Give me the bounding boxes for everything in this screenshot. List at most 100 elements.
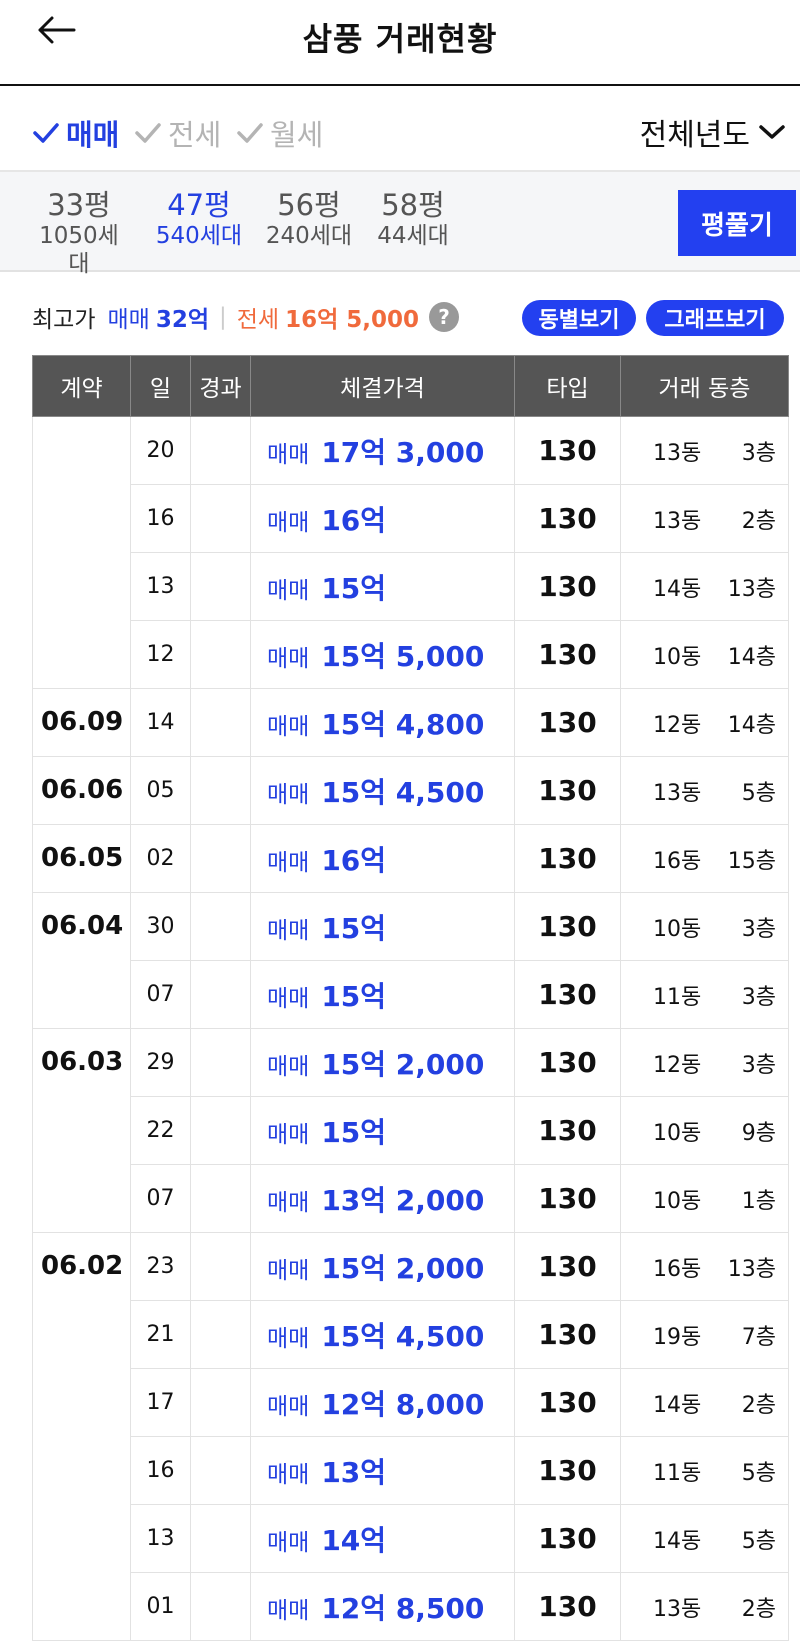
- unit-type: 130: [514, 1504, 621, 1573]
- contract-day: 01: [130, 1572, 191, 1641]
- dong-floor: 13동 3층: [620, 416, 789, 485]
- max-jeonse-value: 16억 5,000: [285, 307, 419, 333]
- filter-jeonse[interactable]: 전세: [134, 112, 221, 154]
- dong-floor: 14동 13층: [620, 552, 789, 621]
- header-elapsed: 경과: [190, 355, 251, 417]
- deal-price-value: 15억 2,000: [321, 1251, 485, 1285]
- deal-price: 매매 15억: [250, 960, 515, 1029]
- deal-price-value: 13억: [321, 1455, 387, 1489]
- size-pyeong: 33평: [47, 188, 111, 222]
- deal-kind: 매매: [267, 645, 310, 672]
- table-row[interactable]: 21 매매 15억 4,500 130 19동 7층: [33, 1300, 789, 1369]
- expand-size-button[interactable]: 평풀기: [678, 190, 796, 256]
- deal-price-value: 16억: [321, 503, 387, 537]
- floor: 3층: [741, 1052, 776, 1078]
- table-row[interactable]: 06.04 30 매매 15억 130 10동 3층: [32, 892, 789, 1029]
- size-tab-58[interactable]: 58평 44세대: [372, 188, 454, 250]
- floor: 2층: [741, 1596, 776, 1622]
- deal-kind: 매매: [267, 1053, 310, 1080]
- table-row[interactable]: 06.05 02 매매 16억 130 16동 15층: [32, 824, 789, 893]
- table-row[interactable]: 06.06 05 매매 15억 4,500 130 13동 5층: [32, 756, 789, 825]
- deal-price-value: 15억 5,000: [321, 639, 485, 673]
- dong-view-button[interactable]: 동별보기: [522, 300, 636, 336]
- unit-type: 130: [514, 824, 621, 893]
- deal-kind: 매매: [267, 577, 310, 604]
- size-tab-33[interactable]: 33평 1050세대: [30, 188, 128, 278]
- table-row[interactable]: 06.09 14 매매 15억 4,800 130 12동 14층: [32, 688, 789, 757]
- floor: 1층: [741, 1188, 776, 1214]
- elapsed: [190, 1232, 251, 1301]
- unit-type: 130: [514, 620, 621, 689]
- unit-type: 130: [514, 552, 621, 621]
- table-row[interactable]: 01 매매 12억 8,500 130 13동 2층: [33, 1572, 789, 1641]
- dong-floor: 11동 5층: [620, 1436, 789, 1505]
- deal-price-value: 12억 8,000: [321, 1387, 485, 1421]
- table-row[interactable]: 13 매매 15억 130 14동 13층: [33, 552, 789, 621]
- table-row[interactable]: 12 매매 15억 5,000 130 10동 14층: [33, 620, 789, 689]
- contract-day: 16: [130, 484, 191, 553]
- table-row[interactable]: 17 매매 12억 8,000 130 14동 2층: [33, 1368, 789, 1437]
- unit-type: 130: [514, 960, 621, 1029]
- table-row[interactable]: 07 매매 13억 2,000 130 10동 1층: [33, 1164, 789, 1233]
- dong-floor: 13동 2층: [620, 484, 789, 553]
- deal-kind: 매매: [267, 1393, 310, 1420]
- max-sale-label: 매매: [107, 307, 150, 333]
- size-tab-56[interactable]: 56평 240세대: [262, 188, 356, 250]
- contract-month: 06.02: [32, 1232, 131, 1641]
- elapsed: [190, 1368, 251, 1437]
- year-dropdown[interactable]: 전체년도: [640, 110, 786, 154]
- dong: 12동: [653, 712, 702, 738]
- elapsed: [190, 416, 251, 485]
- unit-type: 130: [514, 484, 621, 553]
- table-row[interactable]: 20 매매 17억 3,000 130 13동 3층: [32, 416, 789, 689]
- contract-month: [32, 416, 131, 689]
- filter-sale[interactable]: 매매: [32, 112, 119, 154]
- floor: 9층: [741, 1120, 776, 1146]
- deal-price-value: 15억: [321, 911, 387, 945]
- deal-kind: 매매: [267, 985, 310, 1012]
- deal-price: 매매 17억 3,000: [250, 416, 515, 485]
- deal-price-value: 15억: [321, 979, 387, 1013]
- deal-kind: 매매: [267, 1597, 310, 1624]
- help-icon[interactable]: ?: [429, 302, 459, 332]
- floor: 15층: [727, 848, 776, 874]
- unit-type: 130: [514, 1028, 621, 1097]
- filter-monthly[interactable]: 월세: [236, 112, 323, 154]
- contract-day: 14: [130, 688, 191, 757]
- dong: 14동: [653, 1528, 702, 1554]
- unit-type: 130: [514, 1300, 621, 1369]
- elapsed: [190, 552, 251, 621]
- dong-floor: 19동 7층: [620, 1300, 789, 1369]
- table-row[interactable]: 07 매매 15억 130 11동 3층: [33, 960, 789, 1029]
- dong: 13동: [653, 440, 702, 466]
- max-sale-value: 32억: [155, 307, 209, 333]
- dong: 10동: [653, 1120, 702, 1146]
- table-row[interactable]: 16 매매 13억 130 11동 5층: [33, 1436, 789, 1505]
- dong: 12동: [653, 1052, 702, 1078]
- floor: 3층: [741, 916, 776, 942]
- deal-type-filter-bar: 매매 전세 월세 전체년도: [0, 86, 800, 172]
- dong: 16동: [653, 848, 702, 874]
- graph-view-button[interactable]: 그래프보기: [646, 300, 784, 336]
- deal-price: 매매 14억: [250, 1504, 515, 1573]
- table-row[interactable]: 16 매매 16억 130 13동 2층: [33, 484, 789, 553]
- dong: 11동: [653, 1460, 702, 1486]
- contract-month: 06.05: [32, 824, 131, 893]
- table-row[interactable]: 06.02 23 매매 15억 2,000 130 16동 13층: [32, 1232, 789, 1641]
- size-tab-47[interactable]: 47평 540세대: [152, 188, 246, 250]
- contract-day: 16: [130, 1436, 191, 1505]
- table-row[interactable]: 13 매매 14억 130 14동 5층: [33, 1504, 789, 1573]
- unit-type: 130: [514, 1164, 621, 1233]
- deal-kind: 매매: [267, 1461, 310, 1488]
- elapsed: [190, 756, 251, 825]
- deal-price-value: 15억: [321, 571, 387, 605]
- table-row[interactable]: 06.03 29 매매 15억 2,000 130 12동 3층: [32, 1028, 789, 1233]
- unit-type: 130: [514, 756, 621, 825]
- floor: 13층: [727, 1256, 776, 1282]
- size-pyeong: 56평: [277, 188, 341, 222]
- table-row[interactable]: 22 매매 15억 130 10동 9층: [33, 1096, 789, 1165]
- deal-kind: 매매: [267, 1529, 310, 1556]
- dong-floor: 10동 9층: [620, 1096, 789, 1165]
- floor: 2층: [741, 1392, 776, 1418]
- deal-price: 매매 15억 4,500: [250, 1300, 515, 1369]
